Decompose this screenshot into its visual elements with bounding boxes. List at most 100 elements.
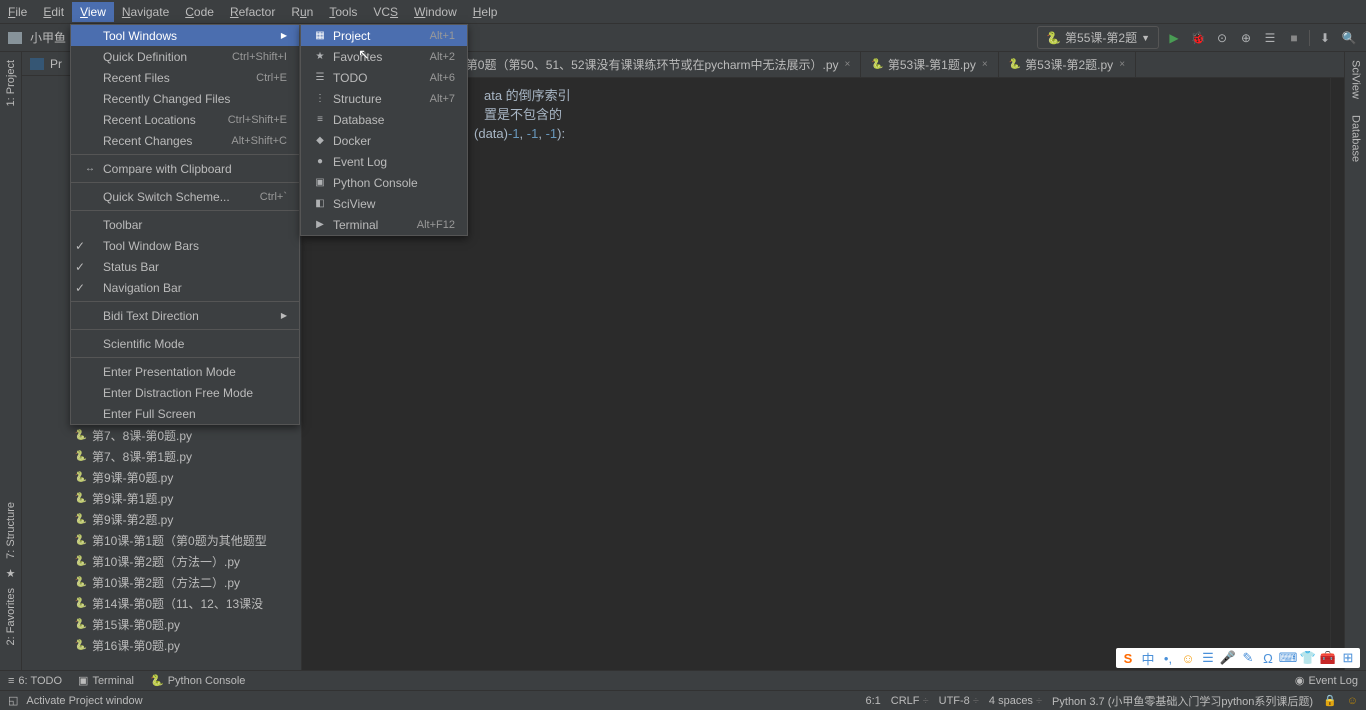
close-tab-icon[interactable]: × <box>1119 59 1125 70</box>
menu-item-recent-files[interactable]: Recent FilesCtrl+E <box>71 67 299 88</box>
menu-item-recently-changed-files[interactable]: Recently Changed Files <box>71 88 299 109</box>
sogou-icon[interactable]: S <box>1120 650 1136 666</box>
vcs-update-icon[interactable]: ⬇ <box>1316 29 1334 47</box>
menu-file[interactable]: File <box>0 2 35 22</box>
tree-file[interactable]: 第9课-第2题.py <box>22 509 301 530</box>
indent-setting[interactable]: 4 spaces ÷ <box>989 695 1042 707</box>
tw-item-docker[interactable]: ◆Docker <box>301 130 467 151</box>
menu-item-toolbar[interactable]: Toolbar <box>71 214 299 235</box>
menu-item-quick-switch-scheme-[interactable]: Quick Switch Scheme...Ctrl+` <box>71 186 299 207</box>
ime-punct-icon[interactable]: •, <box>1160 650 1176 666</box>
python-file-icon <box>74 492 88 506</box>
menu-item-recent-changes[interactable]: Recent ChangesAlt+Shift+C <box>71 130 299 151</box>
todo-tool[interactable]: ≡ 6: TODO <box>8 674 62 687</box>
debug-button[interactable]: 🐞 <box>1189 29 1207 47</box>
python-file-icon <box>74 618 88 632</box>
tw-item-terminal[interactable]: ▶TerminalAlt+F12 <box>301 214 467 235</box>
menu-item-tool-window-bars[interactable]: Tool Window Bars <box>71 235 299 256</box>
menu-item-enter-presentation-mode[interactable]: Enter Presentation Mode <box>71 361 299 382</box>
coverage-button[interactable]: ⊙ <box>1213 29 1231 47</box>
ime-lang-icon[interactable]: 中 <box>1140 650 1156 666</box>
tw-item-sciview[interactable]: ◧SciView <box>301 193 467 214</box>
right-tab-database[interactable]: Database <box>1350 107 1362 170</box>
close-tab-icon[interactable]: × <box>982 59 988 70</box>
python-console-tool[interactable]: 🐍 Python Console <box>150 674 245 687</box>
tw-item-python-console[interactable]: ▣Python Console <box>301 172 467 193</box>
ime-emoji-icon[interactable]: ☺ <box>1180 650 1196 666</box>
tree-file[interactable]: 第9课-第0题.py <box>22 467 301 488</box>
file-encoding[interactable]: UTF-8 ÷ <box>939 695 979 707</box>
tw-item-event-log[interactable]: ●Event Log <box>301 151 467 172</box>
menu-edit[interactable]: Edit <box>35 2 72 22</box>
tw-item-database[interactable]: ≡Database <box>301 109 467 130</box>
event-log-tool[interactable]: ◉ Event Log <box>1295 674 1358 687</box>
menu-vcs[interactable]: VCS <box>365 2 406 22</box>
menu-tools[interactable]: Tools <box>321 2 365 22</box>
tree-file[interactable]: 第14课-第0题（11、12、13课没 <box>22 593 301 614</box>
tw-item-favorites[interactable]: ★FavoritesAlt+2 <box>301 46 467 67</box>
editor-tab[interactable]: 🐍第53课-第1题.py× <box>861 52 998 77</box>
run-config-selector[interactable]: 🐍 第55课-第2题 ▼ <box>1037 26 1159 49</box>
tw-item-project[interactable]: ▦ProjectAlt+1 <box>301 25 467 46</box>
lock-icon[interactable]: 🔒 <box>1323 694 1337 707</box>
tree-file[interactable]: 第10课-第2题（方法一）.py <box>22 551 301 572</box>
ime-toolbox-icon[interactable]: 🧰 <box>1320 650 1336 666</box>
menu-run[interactable]: Run <box>283 2 321 22</box>
tree-file[interactable]: 第16课-第0题.py <box>22 635 301 656</box>
terminal-tool[interactable]: ▣ Terminal <box>78 674 134 687</box>
menu-item-enter-full-screen[interactable]: Enter Full Screen <box>71 403 299 424</box>
menu-navigate[interactable]: Navigate <box>114 2 177 22</box>
editor-tab[interactable]: 🐍第53课-第2题.py× <box>999 52 1136 77</box>
ime-keyboard-icon[interactable]: ⌨ <box>1280 650 1296 666</box>
tw-item-todo[interactable]: ☰TODOAlt+6 <box>301 67 467 88</box>
ime-mic-icon[interactable]: 🎤 <box>1220 650 1236 666</box>
ime-skin-icon[interactable]: 👕 <box>1300 650 1316 666</box>
python-interpreter[interactable]: Python 3.7 (小甲鱼零基础入门学习python系列课后题) <box>1052 693 1313 709</box>
right-tab-sciview[interactable]: SciView <box>1350 52 1362 107</box>
tw-item-structure[interactable]: ⋮StructureAlt+7 <box>301 88 467 109</box>
tree-file[interactable]: 第15课-第0题.py <box>22 614 301 635</box>
concurrency-button[interactable]: ☰ <box>1261 29 1279 47</box>
left-tab-structure[interactable]: 7: Structure <box>5 494 17 567</box>
menu-code[interactable]: Code <box>177 2 222 22</box>
search-icon[interactable]: 🔍 <box>1340 29 1358 47</box>
ime-grid-icon[interactable]: ⊞ <box>1340 650 1356 666</box>
python-file-icon: 🐍 <box>871 59 883 70</box>
menu-item-bidi-text-direction[interactable]: Bidi Text Direction <box>71 305 299 326</box>
tree-file[interactable]: 第10课-第1题（第0题为其他题型 <box>22 530 301 551</box>
menu-item-recent-locations[interactable]: Recent LocationsCtrl+Shift+E <box>71 109 299 130</box>
project-tree[interactable]: 第6课-第2题（方法二）.py第7、8课-第0题.py第7、8课-第1题.py第… <box>22 400 301 660</box>
menu-window[interactable]: Window <box>406 2 465 22</box>
inspector-icon[interactable]: ☺ <box>1347 695 1358 707</box>
python-file-icon <box>74 597 88 611</box>
menu-refactor[interactable]: Refactor <box>222 2 283 22</box>
cursor-position[interactable]: 6:1 <box>865 695 880 707</box>
left-tab-favorites[interactable]: 2: Favorites <box>5 580 17 653</box>
line-separator[interactable]: CRLF ÷ <box>891 695 929 707</box>
run-button[interactable]: ▶ <box>1165 29 1183 47</box>
tree-file[interactable]: 第10课-第2题（方法二）.py <box>22 572 301 593</box>
left-tab-project[interactable]: 1: Project <box>5 52 17 114</box>
window-icon[interactable]: ◱ <box>8 694 18 707</box>
stop-button[interactable]: ■ <box>1285 29 1303 47</box>
menu-item-navigation-bar[interactable]: Navigation Bar <box>71 277 299 298</box>
tree-file[interactable]: 第7、8课-第1题.py <box>22 446 301 467</box>
tree-file[interactable]: 第7、8课-第0题.py <box>22 425 301 446</box>
profile-button[interactable]: ⊕ <box>1237 29 1255 47</box>
menu-view[interactable]: View <box>72 2 114 22</box>
menu-item-quick-definition[interactable]: Quick DefinitionCtrl+Shift+I <box>71 46 299 67</box>
breadcrumb[interactable]: 小甲鱼 <box>30 29 66 46</box>
ime-tray: S 中 •, ☺ ☰ 🎤 ✎ Ω ⌨ 👕 🧰 ⊞ <box>1116 648 1360 668</box>
menu-item-enter-distraction-free-mode[interactable]: Enter Distraction Free Mode <box>71 382 299 403</box>
ime-tool-icon[interactable]: ☰ <box>1200 650 1216 666</box>
menu-item-compare-with-clipboard[interactable]: ↔Compare with Clipboard <box>71 158 299 179</box>
close-tab-icon[interactable]: × <box>845 59 851 70</box>
ime-pen-icon[interactable]: ✎ <box>1240 650 1256 666</box>
menu-help[interactable]: Help <box>465 2 506 22</box>
ime-omega-icon[interactable]: Ω <box>1260 650 1276 666</box>
menu-item-status-bar[interactable]: Status Bar <box>71 256 299 277</box>
menu-item-scientific-mode[interactable]: Scientific Mode <box>71 333 299 354</box>
tree-file[interactable]: 第9课-第1题.py <box>22 488 301 509</box>
menu-item-tool-windows[interactable]: Tool Windows <box>71 25 299 46</box>
python-file-icon <box>74 534 88 548</box>
